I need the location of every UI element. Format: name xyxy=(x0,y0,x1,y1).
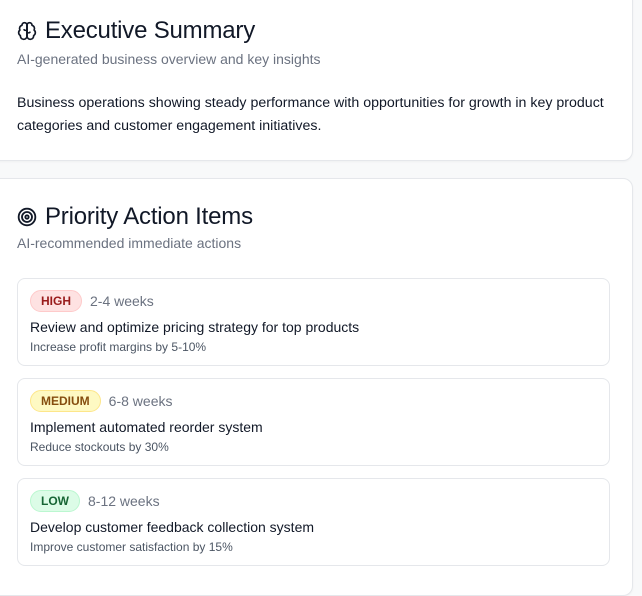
brain-icon xyxy=(17,21,37,41)
priority-actions-card: Priority Action Items AI-recommended imm… xyxy=(0,178,633,596)
action-impact: Reduce stockouts by 30% xyxy=(30,440,169,454)
action-item[interactable]: LOW 8-12 weeks Develop customer feedback… xyxy=(17,478,610,566)
action-item-header: HIGH 2-4 weeks xyxy=(30,290,154,312)
action-item[interactable]: MEDIUM 6-8 weeks Implement automated reo… xyxy=(17,378,610,466)
action-title: Develop customer feedback collection sys… xyxy=(30,519,315,535)
action-timeline: 2-4 weeks xyxy=(90,293,154,309)
action-title: Implement automated reorder system xyxy=(30,419,263,435)
target-icon xyxy=(17,207,37,227)
executive-summary-text: Business operations showing steady perfo… xyxy=(17,95,604,134)
action-item-header: MEDIUM 6-8 weeks xyxy=(30,390,172,412)
action-impact: Increase profit margins by 5-10% xyxy=(30,340,207,354)
action-title: Review and optimize pricing strategy for… xyxy=(30,319,360,335)
priority-badge-low: LOW xyxy=(30,490,80,512)
action-item[interactable]: HIGH 2-4 weeks Review and optimize prici… xyxy=(17,278,610,366)
priority-actions-title: Priority Action Items xyxy=(45,203,253,230)
action-impact: Improve customer satisfaction by 15% xyxy=(30,540,233,554)
priority-actions-heading: Priority Action Items xyxy=(17,203,253,231)
action-timeline: 8-12 weeks xyxy=(88,493,160,509)
executive-summary-card: Executive Summary AI-generated business … xyxy=(0,0,633,161)
executive-summary-heading: Executive Summary xyxy=(17,17,255,45)
executive-summary-subtitle: AI-generated business overview and key i… xyxy=(17,51,321,67)
priority-actions-subtitle: AI-recommended immediate actions xyxy=(17,235,242,251)
action-timeline: 6-8 weeks xyxy=(108,393,173,409)
executive-summary-title: Executive Summary xyxy=(45,17,255,44)
priority-badge-high: HIGH xyxy=(30,290,82,312)
priority-badge-medium: MEDIUM xyxy=(30,390,101,412)
action-item-header: LOW 8-12 weeks xyxy=(30,490,160,512)
